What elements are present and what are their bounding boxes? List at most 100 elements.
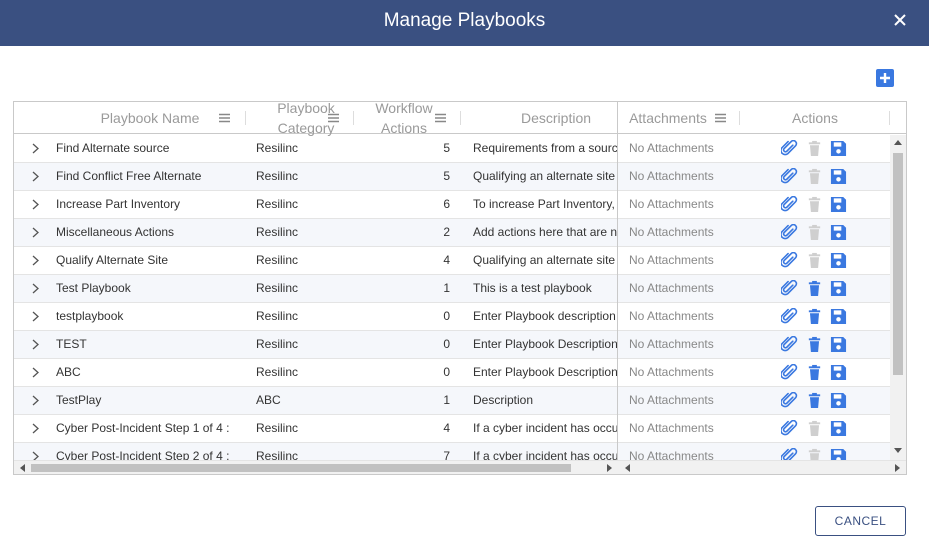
playbook-name-cell: Find Alternate source <box>56 141 170 155</box>
dialog-title: Manage Playbooks <box>383 10 546 31</box>
column-header-attachments[interactable]: Attachments <box>618 102 718 134</box>
table-row[interactable]: Increase Part Inventory Resilinc 6 To incre… <box>14 191 906 219</box>
column-label: Attachments <box>629 110 707 126</box>
paperclip-icon[interactable] <box>781 420 798 437</box>
trash-icon <box>808 140 821 157</box>
playbook-name-cell: Miscellaneous Actions <box>56 225 175 239</box>
table-row[interactable]: Qualify Alternate Site Resilinc 4 Qualifyin… <box>14 247 906 275</box>
trash-icon[interactable] <box>806 280 823 297</box>
playbook-name-cell: Qualify Alternate Site <box>56 253 169 267</box>
expand-chevron-icon[interactable] <box>32 339 39 350</box>
attachments-cell: No Attachments <box>629 169 714 183</box>
expand-chevron-icon[interactable] <box>32 171 39 182</box>
table-row[interactable]: TEST Resilinc 0 Enter Playbook Description N… <box>14 331 906 359</box>
paperclip-icon[interactable] <box>781 280 798 297</box>
save-icon[interactable] <box>830 196 847 213</box>
save-icon[interactable] <box>830 392 847 409</box>
playbook-category-cell: Resilinc <box>256 225 299 239</box>
description-cell: If a cyber incident has occurred <box>473 449 617 460</box>
table-row[interactable]: TestPlay ABC 1 Description No Attachments <box>14 387 906 415</box>
playbook-name-cell: TestPlay <box>56 393 102 407</box>
cancel-button[interactable]: CANCEL <box>815 506 906 536</box>
expand-chevron-icon[interactable] <box>32 199 39 210</box>
column-menu-icon[interactable] <box>435 113 446 123</box>
horizontal-scrollbar[interactable] <box>14 460 906 474</box>
expand-chevron-icon[interactable] <box>32 255 39 266</box>
workflow-actions-cell: 1 <box>443 393 450 407</box>
paperclip-icon[interactable] <box>781 364 798 381</box>
paperclip-icon[interactable] <box>781 392 798 409</box>
save-icon[interactable] <box>830 336 847 353</box>
expand-chevron-icon[interactable] <box>32 423 39 434</box>
playbook-name-cell: Test Playbook <box>56 281 131 295</box>
paperclip-icon[interactable] <box>781 224 798 241</box>
scroll-left-icon[interactable] <box>624 464 630 472</box>
close-icon[interactable] <box>893 12 907 28</box>
paperclip-icon[interactable] <box>781 448 798 460</box>
scroll-down-icon[interactable] <box>894 448 902 454</box>
horizontal-scroll-thumb[interactable] <box>31 464 571 472</box>
expand-chevron-icon[interactable] <box>32 283 39 294</box>
trash-icon[interactable] <box>806 336 823 353</box>
save-icon[interactable] <box>830 224 847 241</box>
save-icon[interactable] <box>830 140 847 157</box>
attachments-cell: No Attachments <box>629 421 714 435</box>
save-icon[interactable] <box>830 280 847 297</box>
workflow-actions-cell: 2 <box>443 225 450 239</box>
column-divider <box>889 111 890 125</box>
paperclip-icon[interactable] <box>781 336 798 353</box>
playbook-category-cell: Resilinc <box>256 421 299 435</box>
column-menu-icon[interactable] <box>715 113 726 123</box>
table-row[interactable]: Cyber Post-Incident Step 1 of 4 : Resilin… <box>14 415 906 443</box>
paperclip-icon[interactable] <box>781 140 798 157</box>
expand-chevron-icon[interactable] <box>32 227 39 238</box>
column-header-playbook-category[interactable]: Playbook Category <box>246 102 366 136</box>
expand-chevron-icon[interactable] <box>32 451 39 460</box>
playbook-name-cell: TEST <box>56 337 87 351</box>
save-icon[interactable] <box>830 168 847 185</box>
save-icon[interactable] <box>830 448 847 460</box>
trash-icon[interactable] <box>806 364 823 381</box>
column-menu-icon[interactable] <box>219 113 230 123</box>
description-cell: To increase Part Inventory, the <box>473 197 617 211</box>
save-icon[interactable] <box>830 252 847 269</box>
scroll-right-icon[interactable] <box>607 464 613 472</box>
playbook-name-cell: Increase Part Inventory <box>56 197 181 211</box>
trash-icon <box>808 420 821 437</box>
trash-icon[interactable] <box>806 392 823 409</box>
expand-chevron-icon[interactable] <box>32 311 39 322</box>
save-icon[interactable] <box>830 308 847 325</box>
table-row[interactable]: Find Conflict Free Alternate Resilinc 5 Qua… <box>14 163 906 191</box>
save-icon[interactable] <box>830 420 847 437</box>
scroll-left-icon[interactable] <box>19 464 25 472</box>
table-row[interactable]: testplaybook Resilinc 0 Enter Playbook desc… <box>14 303 906 331</box>
paperclip-icon[interactable] <box>781 252 798 269</box>
expand-chevron-icon[interactable] <box>32 143 39 154</box>
playbook-category-cell: Resilinc <box>256 449 299 460</box>
vertical-scroll-thumb[interactable] <box>893 153 903 375</box>
trash-icon <box>808 448 821 460</box>
trash-icon <box>808 168 821 185</box>
save-icon[interactable] <box>830 364 847 381</box>
scroll-right-icon[interactable] <box>895 464 901 472</box>
paperclip-icon[interactable] <box>781 168 798 185</box>
table-row[interactable]: Cyber Post-Incident Step 2 of 4 : Resilin… <box>14 443 906 460</box>
add-playbook-button[interactable] <box>876 69 894 87</box>
column-label: Playbook Name <box>100 110 200 126</box>
table-row[interactable]: ABC Resilinc 0 Enter Playbook Description No… <box>14 359 906 387</box>
trash-icon[interactable] <box>806 308 823 325</box>
paperclip-icon[interactable] <box>781 308 798 325</box>
table-row[interactable]: Miscellaneous Actions Resilinc 2 Add action… <box>14 219 906 247</box>
expand-chevron-icon[interactable] <box>32 367 39 378</box>
vertical-scrollbar[interactable] <box>890 135 906 460</box>
description-cell: Qualifying an alternate site is <box>473 253 617 267</box>
table-row[interactable]: Find Alternate source Resilinc 5 Requiremen… <box>14 135 906 163</box>
scroll-up-icon[interactable] <box>894 139 902 145</box>
table-row[interactable]: Test Playbook Resilinc 1 This is a test pla… <box>14 275 906 303</box>
description-cell: If a cyber incident has occurred <box>473 421 617 435</box>
attachments-cell: No Attachments <box>629 281 714 295</box>
trash-icon <box>808 196 821 213</box>
column-menu-icon[interactable] <box>328 113 339 123</box>
paperclip-icon[interactable] <box>781 196 798 213</box>
expand-chevron-icon[interactable] <box>32 395 39 406</box>
